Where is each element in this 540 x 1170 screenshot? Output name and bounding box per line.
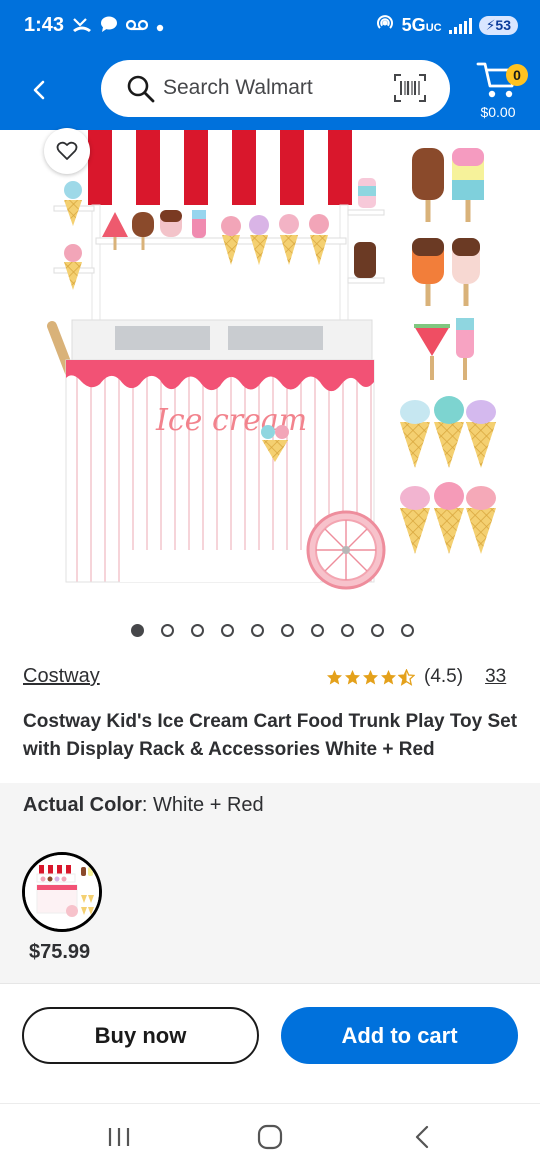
bolt-icon: ⚡: [485, 17, 496, 33]
add-to-cart-button[interactable]: Add to cart: [281, 1007, 518, 1064]
carousel-dot[interactable]: [130, 624, 144, 637]
status-time: 1:43: [24, 14, 65, 36]
network-type: 5GUC: [401, 15, 442, 35]
image-carousel-indicators: [0, 624, 540, 642]
variant-price: $75.99: [29, 941, 91, 963]
carousel-dot[interactable]: [280, 624, 294, 637]
status-right: 5GUC ⚡53: [375, 13, 518, 38]
carousel-dot[interactable]: [160, 624, 174, 637]
color-label: Actual Color: White + Red: [23, 794, 264, 816]
color-swatch[interactable]: [22, 852, 102, 932]
carousel-dot[interactable]: [370, 624, 384, 637]
carousel-dot[interactable]: [220, 624, 234, 637]
battery-indicator: ⚡53: [478, 16, 518, 35]
variant-section: Actual Color: White + Red $75.99: [0, 783, 540, 983]
back-nav-icon[interactable]: [410, 1124, 434, 1150]
missed-call-icon: [72, 15, 92, 38]
status-bar: 1:43 5GUC ⚡53: [0, 0, 540, 52]
cart-count-badge: 0: [506, 64, 528, 86]
cart-total: $0.00: [480, 104, 516, 120]
rating-row[interactable]: (4.5) 33: [326, 666, 506, 688]
app-header: Search Walmart 0 $0.00: [0, 52, 540, 130]
system-nav-bar: [0, 1103, 540, 1170]
star-icon: [398, 668, 415, 686]
signal-icon: [448, 17, 472, 34]
brand-link[interactable]: Costway: [23, 665, 100, 688]
star-icon: [327, 669, 342, 684]
buy-now-button[interactable]: Buy now: [22, 1007, 259, 1064]
carousel-dot[interactable]: [310, 624, 324, 637]
search-icon: [127, 75, 155, 103]
ice-cream-cart-illustration: Ice cream: [47, 130, 496, 590]
action-bar: Buy now Add to cart: [0, 983, 540, 1103]
chat-icon: [100, 15, 118, 38]
search-placeholder: Search Walmart: [163, 76, 313, 99]
star-rating: [326, 668, 415, 686]
review-count-link[interactable]: 33: [485, 666, 506, 688]
back-button[interactable]: [22, 72, 58, 108]
star-icon: [381, 669, 396, 684]
home-icon[interactable]: [257, 1124, 283, 1150]
carousel-dot[interactable]: [400, 624, 414, 637]
heart-icon: [56, 141, 78, 160]
hotspot-icon: [375, 13, 395, 38]
star-icon: [345, 669, 360, 684]
cart-button[interactable]: 0 $0.00: [470, 58, 530, 124]
carousel-dot[interactable]: [190, 624, 204, 637]
carousel-dot[interactable]: [250, 624, 264, 637]
recent-apps-icon[interactable]: [106, 1126, 132, 1148]
carousel-dot[interactable]: [340, 624, 354, 637]
notification-icons: [72, 15, 164, 38]
rating-value: (4.5): [424, 666, 464, 687]
color-value: White + Red: [153, 794, 264, 816]
swatch-thumbnail: [25, 855, 99, 929]
product-title: Costway Kid's Ice Cream Cart Food Trunk …: [23, 711, 518, 760]
dot-icon: [156, 17, 164, 37]
search-input[interactable]: Search Walmart: [101, 60, 450, 117]
product-image[interactable]: Ice cream: [0, 130, 540, 600]
star-icon: [363, 669, 378, 684]
voicemail-icon: [125, 17, 149, 37]
favorite-button[interactable]: [44, 128, 90, 174]
barcode-scanner-icon[interactable]: [394, 74, 426, 102]
chevron-left-icon: [33, 80, 45, 100]
